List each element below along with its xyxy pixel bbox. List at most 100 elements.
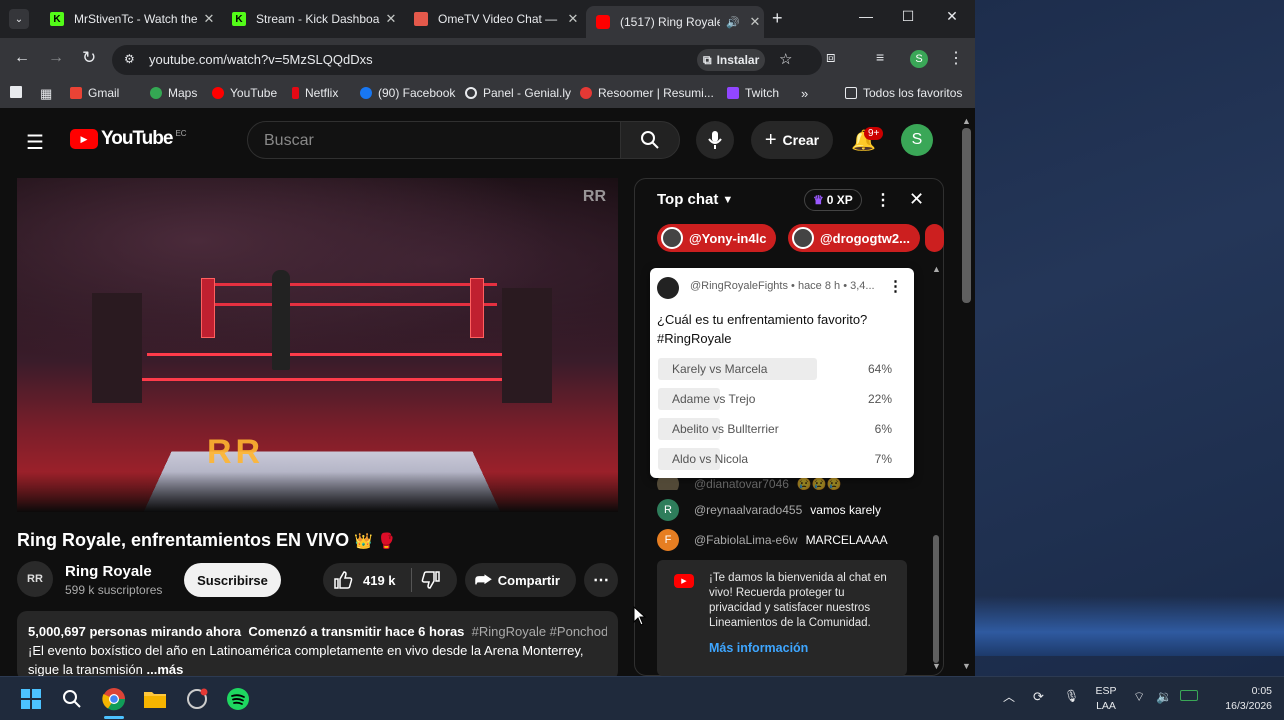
tray-chevron-icon[interactable]: ︿ (1003, 690, 1015, 705)
poll-option[interactable]: Abelito vs Bullterrier 6% (658, 418, 906, 440)
install-button[interactable]: ⧉ Instalar (697, 49, 766, 71)
sync-icon[interactable]: ⟳ (1033, 689, 1044, 704)
xp-badge[interactable]: ♛ 0 XP (804, 189, 862, 211)
chat-scroll-up-icon[interactable]: ▲ (932, 264, 941, 274)
bookmark-maps[interactable]: Maps (150, 86, 197, 100)
tab-3[interactable]: OmeTV Video Chat — ✕ (404, 4, 582, 34)
close-icon[interactable]: ✕ (746, 14, 764, 30)
poll-menu-icon[interactable]: ⋮ (888, 277, 903, 295)
address-bar[interactable]: ⚙ youtube.com/watch?v=5MzSLQQdDxs ⧉ Insta… (112, 45, 822, 75)
menu-icon[interactable]: ⋮ (948, 48, 964, 68)
clock[interactable]: 0:05 16/3/2026 (1208, 684, 1272, 714)
top-donor-chip[interactable]: @drogogtw2... (788, 224, 920, 252)
back-icon[interactable]: ← (14, 49, 30, 67)
chat-mode-dropdown[interactable]: Top chat ▼ (657, 191, 733, 208)
tab-4-active[interactable]: (1517) Ring Royale 🔊 ✕ (586, 6, 764, 38)
extensions-icon[interactable]: ⧈ (826, 49, 836, 66)
close-icon[interactable]: ✕ (382, 11, 400, 27)
more-actions-button[interactable]: ⋯ (584, 563, 618, 597)
top-donor-chip-partial[interactable] (925, 224, 944, 252)
tab-1[interactable]: K MrStivenTc - Watch the ✕ (40, 4, 218, 34)
donor-avatar (661, 227, 683, 249)
more-bookmarks-icon[interactable]: » (801, 86, 808, 101)
hamburger-icon[interactable]: ☰ (26, 130, 44, 155)
ring-rope (207, 283, 497, 286)
grid-icon[interactable]: ▦ (40, 86, 52, 102)
bookmark-apps-icon[interactable] (10, 86, 28, 98)
reload-icon[interactable]: ↻ (82, 48, 96, 68)
profile-avatar[interactable]: S (910, 50, 928, 68)
volume-icon[interactable]: 🔉 (1156, 689, 1172, 704)
dislike-button[interactable] (421, 570, 441, 593)
chat-message: F @FabiolaLima-e6w MARCELAAAA (657, 529, 888, 551)
video-watermark: RR (582, 188, 606, 205)
show-more-link[interactable]: ...más (147, 662, 184, 676)
tab-search-button[interactable]: ⌄ (9, 9, 29, 29)
battery-icon[interactable] (1180, 690, 1198, 701)
windows-start-icon[interactable] (18, 686, 44, 712)
poll-option[interactable]: Karely vs Marcela 64% (658, 358, 906, 380)
wifi-icon[interactable]: ⌔ (1133, 689, 1145, 704)
maximize-button[interactable]: ☐ (893, 8, 923, 25)
spotify-icon[interactable] (225, 686, 251, 712)
language-indicator[interactable]: ESP LAA (1094, 684, 1118, 714)
search-input[interactable]: Buscar (247, 121, 621, 159)
channel-name[interactable]: Ring Royale (65, 563, 152, 580)
genially-icon (465, 87, 477, 99)
search-button[interactable] (620, 121, 680, 159)
star-icon[interactable]: ☆ (779, 50, 792, 68)
account-avatar[interactable]: S (901, 124, 933, 156)
kick-icon: K (232, 12, 246, 26)
close-window-button[interactable]: ✕ (937, 8, 967, 25)
youtube-logo[interactable]: ▶ YouTube EC (70, 128, 187, 150)
voice-search-button[interactable] (696, 121, 734, 159)
site-info-icon[interactable]: ⚙ (124, 52, 135, 66)
bookmark-gmail[interactable]: Gmail (70, 86, 119, 100)
search-icon[interactable] (59, 686, 85, 712)
page-scrollbar[interactable] (962, 128, 971, 303)
bookmark-genially[interactable]: Panel - Genial.ly (465, 86, 571, 100)
poll-option[interactable]: Aldo vs Nicola 7% (658, 448, 906, 470)
tab-2[interactable]: K Stream - Kick Dashboa ✕ (222, 4, 400, 34)
share-button[interactable]: ⮫ Compartir (465, 563, 576, 597)
poll-option[interactable]: Adame vs Trejo 22% (658, 388, 906, 410)
top-donor-chip[interactable]: @Yony-in4lc (657, 224, 777, 252)
close-icon[interactable]: ✕ (200, 11, 218, 27)
chrome-icon[interactable] (101, 686, 127, 712)
chat-scrollbar[interactable] (933, 535, 939, 663)
bookmark-twitch[interactable]: Twitch (727, 86, 779, 100)
new-tab-button[interactable]: + (772, 8, 783, 29)
chat-menu-icon[interactable]: ⋮ (875, 190, 891, 210)
youtube-icon (212, 87, 224, 99)
app-icon[interactable] (184, 686, 210, 712)
close-chat-icon[interactable]: ✕ (909, 189, 924, 210)
subscribe-button[interactable]: Suscribirse (184, 563, 281, 597)
all-bookmarks[interactable]: Todos los favoritos (845, 86, 962, 100)
description-box[interactable]: 5,000,697 personas mirando ahora Comenzó… (17, 611, 618, 676)
video-player[interactable]: RR RR (17, 178, 618, 512)
install-label: Instalar (716, 53, 760, 67)
page-scroll-up-icon[interactable]: ▲ (962, 116, 971, 126)
microphone-icon[interactable]: 🎙 (1064, 689, 1079, 704)
channel-avatar[interactable]: RR (17, 561, 53, 597)
thumbs-up-icon (334, 571, 353, 589)
bookmark-resoomer[interactable]: Resoomer | Resumi... (580, 86, 714, 100)
hashtags[interactable]: #RingRoyale #Ponchode (472, 624, 607, 639)
more-info-link[interactable]: Más información (709, 641, 808, 655)
chat-scroll-down-icon[interactable]: ▼ (932, 661, 941, 671)
like-button[interactable]: 419 k (333, 570, 396, 590)
bookmark-facebook[interactable]: (90) Facebook (360, 86, 455, 100)
bookmark-youtube[interactable]: YouTube (212, 86, 277, 100)
video-title: Ring Royale, enfrentamientos EN VIVO 👑 🥊 (17, 530, 396, 550)
media-control-icon[interactable]: ≡ (876, 49, 884, 65)
minimize-button[interactable]: — (851, 8, 881, 24)
file-explorer-icon[interactable] (142, 686, 168, 712)
bookmark-netflix[interactable]: Netflix (292, 86, 338, 100)
page-scroll-down-icon[interactable]: ▼ (962, 661, 971, 671)
resoomer-icon (580, 87, 592, 99)
forward-icon[interactable]: → (48, 49, 64, 67)
install-icon: ⧉ (703, 52, 712, 67)
create-button[interactable]: + Crear (751, 121, 833, 159)
close-icon[interactable]: ✕ (564, 11, 582, 27)
speaker-icon[interactable]: 🔊 (726, 16, 740, 29)
